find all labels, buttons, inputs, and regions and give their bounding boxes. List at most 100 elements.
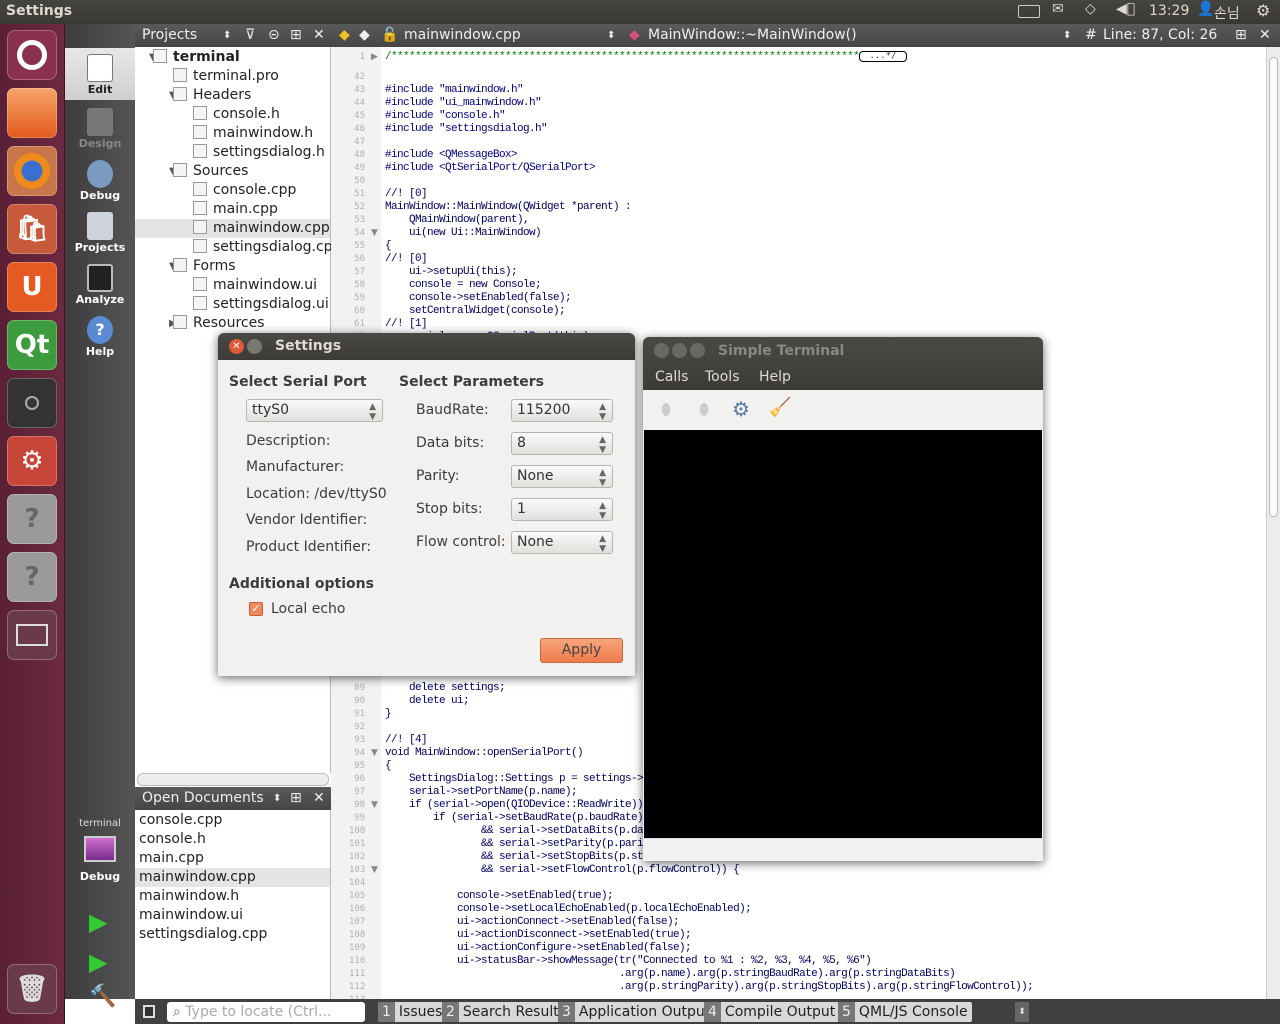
workspace-switcher-icon[interactable] <box>7 610 57 660</box>
mode-edit[interactable]: Edit <box>65 48 135 100</box>
output-tab-search-results[interactable]: 2 Search Results <box>442 1002 571 1022</box>
tree-item[interactable]: settingsdialog.ui <box>193 295 329 314</box>
mode-debug[interactable]: Debug <box>65 154 135 206</box>
trash-icon[interactable]: 🗑 <box>7 964 57 1014</box>
locator-input[interactable]: ⌕ Type to locate (Ctrl... <box>167 1002 365 1022</box>
param-combo-flowcontrol[interactable]: None ▲ ▼ <box>511 531 613 554</box>
firefox-icon[interactable] <box>7 146 57 196</box>
vertical-scrollbar[interactable] <box>1266 47 1280 999</box>
chevron-updown-icon[interactable]: ⬍ <box>273 793 281 804</box>
mode-analyze[interactable]: Analyze <box>65 258 135 310</box>
user-name[interactable]: 손님 <box>1214 3 1240 23</box>
tree-item[interactable]: Headers <box>173 86 251 105</box>
back-arrow-icon[interactable]: ◆ <box>339 27 350 43</box>
chevron-updown-icon[interactable]: ⬍ <box>223 30 231 41</box>
open-document-item[interactable]: main.cpp <box>135 849 330 868</box>
output-tab-application-output[interactable]: 3 Application Output <box>558 1002 715 1022</box>
folded-block-marker[interactable]: ...*/ <box>859 51 907 62</box>
output-tab-qml-js-console[interactable]: 5 QML/JS Console <box>838 1002 972 1022</box>
tree-item[interactable]: Forms <box>173 257 236 276</box>
chevron-updown-icon[interactable]: ⬍ <box>607 30 615 41</box>
mode-projects[interactable]: Projects <box>65 206 135 258</box>
close-icon[interactable]: ✕ <box>229 339 244 354</box>
unknown-app-icon[interactable]: ? <box>7 494 57 544</box>
split-icon[interactable]: ⊞ <box>1235 27 1247 43</box>
close-icon[interactable]: ✕ <box>313 27 325 43</box>
open-documents-selector[interactable]: Open Documents <box>142 790 264 806</box>
open-document-item[interactable]: console.cpp <box>135 811 330 830</box>
param-combo-databits[interactable]: 8 ▲ ▼ <box>511 432 613 455</box>
tree-item[interactable]: console.h <box>193 105 280 124</box>
open-document-item[interactable]: mainwindow.h <box>135 887 330 906</box>
kit-selector-monitor-icon[interactable] <box>84 836 116 862</box>
tree-item[interactable]: mainwindow.ui <box>193 276 317 295</box>
close-icon[interactable]: ✕ <box>1259 27 1271 43</box>
param-combo-baudrate[interactable]: 115200 ▲ ▼ <box>511 399 613 422</box>
menu-tools[interactable]: Tools <box>705 369 740 385</box>
chevron-updown-icon[interactable]: ⬍ <box>1015 1002 1029 1022</box>
maximize-icon[interactable] <box>247 339 262 354</box>
run-icon[interactable]: ▶ <box>89 908 107 936</box>
unknown-app-icon[interactable]: ? <box>7 552 57 602</box>
mode-help[interactable]: ? Help <box>65 310 135 362</box>
encoding-hash[interactable]: # <box>1085 27 1097 43</box>
split-icon[interactable]: ⊞ <box>290 27 302 43</box>
tree-item[interactable]: Sources <box>173 162 248 181</box>
tree-item[interactable]: main.cpp <box>193 200 278 219</box>
files-icon[interactable] <box>7 88 57 138</box>
file-selector[interactable]: mainwindow.cpp <box>404 27 521 43</box>
open-document-item[interactable]: mainwindow.ui <box>135 906 330 925</box>
tree-item[interactable]: settingsdialog.h <box>193 143 325 162</box>
open-document-item[interactable]: console.h <box>135 830 330 849</box>
split-icon[interactable]: ⊞ <box>290 790 302 806</box>
forward-arrow-icon[interactable]: ◆ <box>359 27 370 43</box>
tree-item[interactable]: terminal.pro <box>173 67 279 86</box>
user-icon[interactable]: 👤 <box>1197 1 1214 17</box>
minimize-icon[interactable] <box>672 343 687 358</box>
chevron-updown-icon[interactable]: ⬍ <box>1063 30 1071 41</box>
terminal-console[interactable] <box>644 430 1042 838</box>
close-icon[interactable] <box>654 343 669 358</box>
tree-item[interactable]: settingsdialog.cpp <box>193 238 341 257</box>
keyboard-icon[interactable] <box>1018 5 1040 18</box>
toggle-sidebar-icon[interactable] <box>143 1005 155 1018</box>
tree-item[interactable]: console.cpp <box>193 181 296 200</box>
build-hammer-icon[interactable]: 🔨 <box>89 984 116 1009</box>
wifi-icon[interactable]: ◇ <box>1085 1 1096 17</box>
projects-view-selector[interactable]: Projects <box>142 27 197 43</box>
maximize-icon[interactable] <box>690 343 705 358</box>
output-tab-issues[interactable]: 1 Issues <box>378 1002 447 1022</box>
system-settings-icon[interactable]: ⚙ <box>7 436 57 486</box>
cursor-position[interactable]: Line: 87, Col: 26 <box>1103 27 1217 43</box>
ubuntu-one-icon[interactable]: U <box>7 262 57 312</box>
menu-calls[interactable]: Calls <box>655 369 688 385</box>
clear-broom-icon[interactable]: 🧹 <box>769 397 791 418</box>
horizontal-scrollbar[interactable] <box>137 773 329 786</box>
close-icon[interactable]: ✕ <box>313 790 325 806</box>
software-center-icon[interactable]: 🛍 <box>7 204 57 254</box>
power-gear-icon[interactable]: ⚙ <box>1256 1 1270 20</box>
open-document-item[interactable]: mainwindow.cpp <box>135 868 330 887</box>
tree-item[interactable]: Resources <box>173 314 265 333</box>
connect-icon[interactable]: ⬮ <box>661 400 671 420</box>
qt-creator-icon[interactable]: Qt <box>7 320 57 370</box>
configure-gear-icon[interactable]: ⚙ <box>732 397 750 421</box>
menu-help[interactable]: Help <box>759 369 791 385</box>
param-combo-stopbits[interactable]: 1 ▲ ▼ <box>511 498 613 521</box>
tree-item[interactable]: mainwindow.cpp <box>193 219 330 238</box>
debug-run-icon[interactable]: ▶ <box>89 948 107 976</box>
output-tab-compile-output[interactable]: 4 Compile Output <box>704 1002 840 1022</box>
serial-port-combo[interactable]: ttyS0 ▲ ▼ <box>246 399 383 422</box>
param-combo-parity[interactable]: None ▲ ▼ <box>511 465 613 488</box>
local-echo-checkbox[interactable]: ✓ <box>249 602 263 616</box>
mail-icon[interactable]: ✉ <box>1052 1 1064 17</box>
tree-item[interactable]: mainwindow.h <box>193 124 313 143</box>
sync-link-icon[interactable]: ⊝ <box>268 27 280 43</box>
ubuntu-dash-icon[interactable] <box>7 30 57 80</box>
disconnect-icon[interactable]: ⬮ <box>699 400 709 420</box>
clock[interactable]: 13:29 <box>1149 3 1189 19</box>
filter-icon[interactable]: ⊽ <box>245 27 255 43</box>
tree-item[interactable]: terminal <box>153 48 240 67</box>
apply-button[interactable]: Apply <box>540 638 623 663</box>
mode-design[interactable]: Design <box>65 102 135 154</box>
